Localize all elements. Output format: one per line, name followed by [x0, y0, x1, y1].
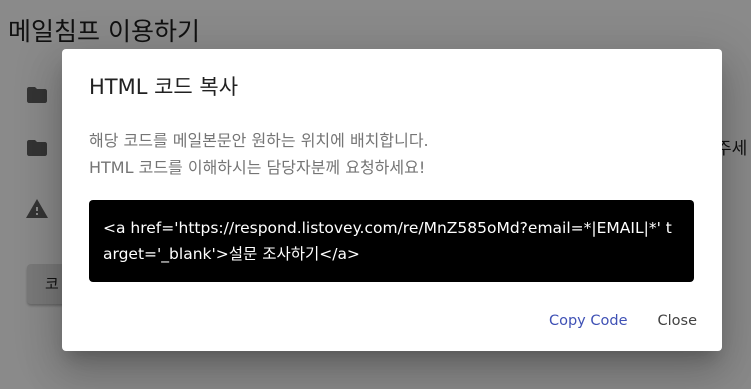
html-code-dialog: HTML 코드 복사 해당 코드를 메일본문안 원하는 위치에 배치합니다. H…: [62, 49, 722, 351]
page: 메일침프 이용하기 주세 코 HTML 코드 복사 해당 코드를 메일본문안 원…: [0, 0, 751, 389]
dialog-actions: Copy Code Close: [538, 307, 708, 335]
dialog-description: 해당 코드를 메일본문안 원하는 위치에 배치합니다. HTML 코드를 이해하…: [89, 127, 429, 181]
close-button[interactable]: Close: [647, 307, 709, 335]
html-code-block[interactable]: <a href='https://respond.listovey.com/re…: [89, 200, 694, 282]
dialog-title: HTML 코드 복사: [89, 75, 239, 99]
description-line: 해당 코드를 메일본문안 원하는 위치에 배치합니다.: [89, 131, 429, 150]
description-line: HTML 코드를 이해하시는 담당자분께 요청하세요!: [89, 158, 426, 177]
copy-code-button[interactable]: Copy Code: [538, 307, 639, 335]
